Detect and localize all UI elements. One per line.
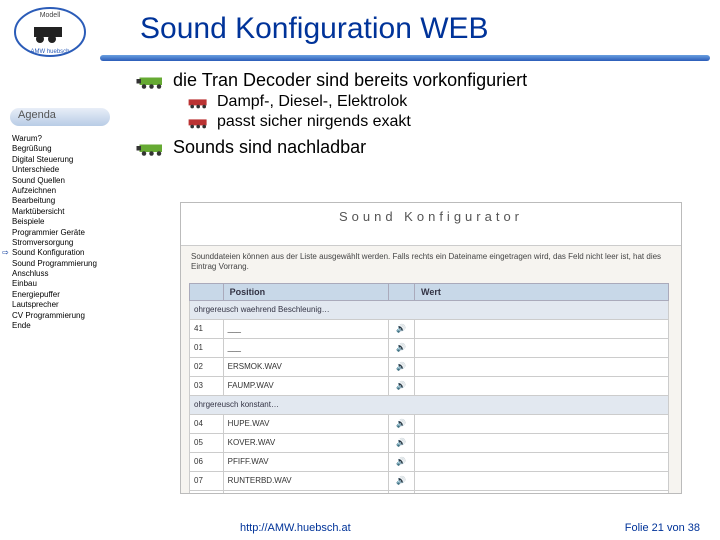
- col-position: Position: [223, 283, 388, 300]
- dropdown[interactable]: HUPE.WAV: [223, 414, 388, 433]
- locomotive-icon: [185, 117, 209, 129]
- speaker-icon[interactable]: 🔊: [388, 471, 414, 490]
- locomotive-icon: [135, 74, 165, 90]
- table-row: 08STAND.WAV🔊: [190, 490, 669, 494]
- col-play: [388, 283, 414, 300]
- speaker-icon[interactable]: 🔊: [388, 357, 414, 376]
- agenda-item: Sound Programmierung: [12, 259, 122, 269]
- agenda-item: Bearbeitung: [12, 196, 122, 206]
- value-input[interactable]: [415, 357, 669, 376]
- app-title: Sound Konfigurator: [181, 203, 681, 246]
- agenda-item: Marktübersicht: [12, 207, 122, 217]
- table-row: 05KOVER.WAV🔊: [190, 433, 669, 452]
- agenda-item: Aufzeichnen: [12, 186, 122, 196]
- group-header: ohrgereusch konstant…: [190, 395, 669, 414]
- slide-title: Sound Konfiguration WEB: [140, 12, 489, 46]
- slide: Modell AMW huebsch Sound Konfiguration W…: [0, 0, 720, 540]
- agenda-item: Unterschiede: [12, 165, 122, 175]
- description-text: Sounddateien können aus der Liste ausgew…: [181, 246, 681, 279]
- dropdown[interactable]: RUNTERBD.WAV: [223, 471, 388, 490]
- dropdown[interactable]: ___: [223, 319, 388, 338]
- svg-text:AMW huebsch: AMW huebsch: [30, 49, 69, 55]
- col-wert: Wert: [415, 283, 669, 300]
- value-input[interactable]: [415, 452, 669, 471]
- footer-url: http://AMW.huebsch.at: [240, 522, 351, 534]
- dropdown[interactable]: KOVER.WAV: [223, 433, 388, 452]
- table-row: 02ERSMOK.WAV🔊: [190, 357, 669, 376]
- agenda-item: Digital Steuerung: [12, 155, 122, 165]
- svg-text:Modell: Modell: [40, 12, 61, 19]
- value-input[interactable]: [415, 376, 669, 395]
- dropdown[interactable]: ERSMOK.WAV: [223, 357, 388, 376]
- table-row: 04HUPE.WAV🔊: [190, 414, 669, 433]
- content-area: die Tran Decoder sind bereits vorkonfigu…: [135, 70, 710, 160]
- speaker-icon[interactable]: 🔊: [388, 376, 414, 395]
- dropdown[interactable]: FAUMP.WAV: [223, 376, 388, 395]
- agenda-item-current: Sound Konfiguration: [12, 248, 122, 258]
- amw-logo: Modell AMW huebsch: [10, 5, 90, 60]
- locomotive-icon: [135, 141, 165, 157]
- col-index: [190, 283, 224, 300]
- agenda-item: Programmier Geräte: [12, 228, 122, 238]
- group-header: ohrgereusch waehrend Beschleunig…: [190, 300, 669, 319]
- locomotive-icon: [185, 97, 209, 109]
- speaker-icon[interactable]: 🔊: [388, 433, 414, 452]
- footer: http://AMW.huebsch.at Folie 21 von 38: [0, 522, 720, 534]
- bullet-level2: passt sicher nirgends exakt: [185, 113, 710, 131]
- agenda-item: Einbau: [12, 279, 122, 289]
- speaker-icon[interactable]: 🔊: [388, 414, 414, 433]
- agenda-item: Warum?: [12, 134, 122, 144]
- bullet-level2: Dampf-, Diesel-, Elektrolok: [185, 93, 710, 111]
- agenda-item: Anschluss: [12, 269, 122, 279]
- bullet-text: Dampf-, Diesel-, Elektrolok: [217, 93, 407, 111]
- dropdown[interactable]: STAND.WAV: [223, 490, 388, 494]
- table-row: 06PFIFF.WAV🔊: [190, 452, 669, 471]
- agenda-item: Begrüßung: [12, 144, 122, 154]
- title-divider: [100, 55, 710, 61]
- bullet-text: passt sicher nirgends exakt: [217, 113, 411, 131]
- value-input[interactable]: [415, 490, 669, 494]
- agenda-header: Agenda: [10, 108, 110, 126]
- table-row: 03FAUMP.WAV🔊: [190, 376, 669, 395]
- embedded-screenshot: Sound Konfigurator Sounddateien können a…: [180, 202, 682, 494]
- bullet-text: Sounds sind nachladbar: [173, 137, 366, 158]
- agenda-item: Lautsprecher: [12, 300, 122, 310]
- dropdown[interactable]: ___: [223, 338, 388, 357]
- speaker-icon[interactable]: 🔊: [388, 319, 414, 338]
- value-input[interactable]: [415, 433, 669, 452]
- bullet-level1: Sounds sind nachladbar: [135, 137, 710, 158]
- speaker-icon[interactable]: 🔊: [388, 338, 414, 357]
- agenda-item: Ende: [12, 321, 122, 331]
- agenda-item: Stromversorgung: [12, 238, 122, 248]
- agenda-item: Energiepuffer: [12, 290, 122, 300]
- value-input[interactable]: [415, 338, 669, 357]
- bullet-text: die Tran Decoder sind bereits vorkonfigu…: [173, 70, 527, 91]
- table-row: 41___🔊: [190, 319, 669, 338]
- value-input[interactable]: [415, 471, 669, 490]
- speaker-icon[interactable]: 🔊: [388, 452, 414, 471]
- agenda-item: Sound Quellen: [12, 176, 122, 186]
- agenda-item: Beispiele: [12, 217, 122, 227]
- agenda-sidebar: Warum? Begrüßung Digital Steuerung Unter…: [12, 134, 122, 331]
- footer-page: Folie 21 von 38: [625, 522, 700, 534]
- value-input[interactable]: [415, 319, 669, 338]
- dropdown[interactable]: PFIFF.WAV: [223, 452, 388, 471]
- bullet-level1: die Tran Decoder sind bereits vorkonfigu…: [135, 70, 710, 91]
- table-row: 07RUNTERBD.WAV🔊: [190, 471, 669, 490]
- agenda-item: CV Programmierung: [12, 311, 122, 321]
- config-table: Position Wert ohrgereusch waehrend Besch…: [189, 283, 669, 494]
- table-row: 01___🔊: [190, 338, 669, 357]
- value-input[interactable]: [415, 414, 669, 433]
- speaker-icon[interactable]: 🔊: [388, 490, 414, 494]
